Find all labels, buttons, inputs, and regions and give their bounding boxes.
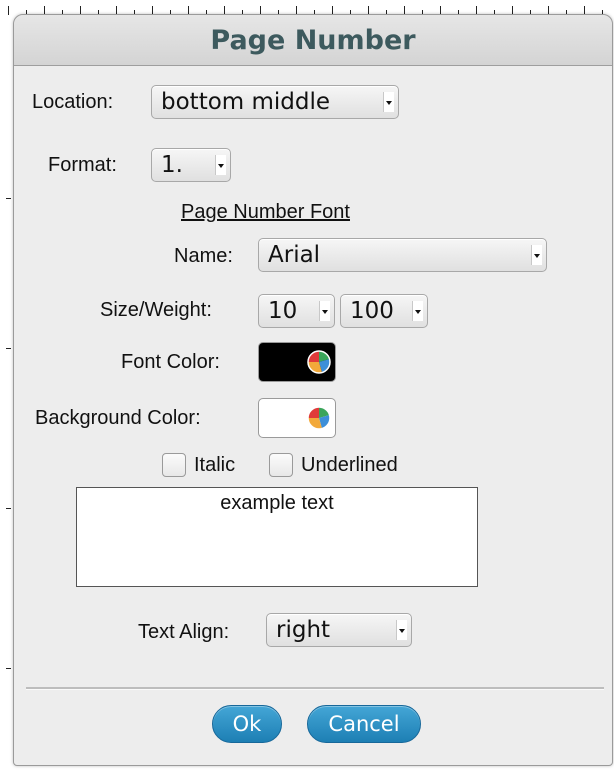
chevron-down-icon bbox=[531, 245, 542, 265]
chevron-down-icon bbox=[412, 301, 423, 321]
dialog-title: Page Number bbox=[210, 24, 416, 56]
chevron-down-icon bbox=[319, 301, 330, 321]
italic-checkbox[interactable] bbox=[162, 453, 186, 477]
font-weight-value: 100 bbox=[350, 298, 394, 324]
ruler-tick bbox=[6, 348, 11, 349]
ruler-tick bbox=[6, 508, 11, 509]
preview-text: example text bbox=[220, 492, 334, 514]
ruler-tick bbox=[6, 198, 11, 199]
font-section-heading: Page Number Font bbox=[181, 201, 350, 223]
ruler-tick bbox=[6, 668, 11, 669]
text-align-select[interactable]: right bbox=[266, 613, 412, 647]
color-wheel-icon bbox=[307, 350, 331, 374]
font-size-select[interactable]: 10 bbox=[258, 294, 335, 328]
font-name-value: Arial bbox=[268, 242, 321, 268]
format-label: Format: bbox=[48, 154, 117, 176]
chevron-down-icon bbox=[383, 92, 394, 112]
background-color-button[interactable] bbox=[258, 398, 336, 438]
italic-label[interactable]: Italic bbox=[194, 454, 235, 477]
font-size-value: 10 bbox=[268, 298, 298, 324]
format-select[interactable]: 1. bbox=[151, 148, 231, 182]
ok-button[interactable]: Ok bbox=[212, 705, 282, 743]
location-value: bottom middle bbox=[161, 89, 331, 115]
font-color-label: Font Color: bbox=[121, 351, 220, 373]
font-color-button[interactable] bbox=[258, 342, 336, 382]
background-color-label: Background Color: bbox=[35, 407, 201, 429]
text-align-label: Text Align: bbox=[138, 621, 230, 643]
location-select[interactable]: bottom middle bbox=[151, 85, 399, 119]
cancel-button[interactable]: Cancel bbox=[307, 705, 421, 743]
location-label: Location: bbox=[32, 91, 114, 113]
color-wheel-icon bbox=[307, 406, 331, 430]
vertical-ruler bbox=[0, 18, 12, 770]
chevron-down-icon bbox=[215, 155, 226, 175]
preview-box: example text bbox=[76, 487, 478, 587]
font-name-select[interactable]: Arial bbox=[258, 238, 547, 272]
format-value: 1. bbox=[161, 152, 183, 178]
ruler-tick bbox=[8, 6, 9, 15]
font-name-label: Name: bbox=[174, 245, 233, 267]
text-align-value: right bbox=[276, 617, 331, 643]
divider bbox=[26, 687, 604, 690]
chevron-down-icon bbox=[396, 620, 407, 640]
underlined-label[interactable]: Underlined bbox=[301, 454, 398, 477]
dialog-titlebar[interactable]: Page Number bbox=[14, 15, 612, 66]
size-weight-label: Size/Weight: bbox=[100, 299, 212, 321]
font-weight-select[interactable]: 100 bbox=[340, 294, 428, 328]
page-number-dialog: Page Number Location: bottom middle Form… bbox=[13, 14, 613, 766]
underlined-checkbox[interactable] bbox=[269, 453, 293, 477]
